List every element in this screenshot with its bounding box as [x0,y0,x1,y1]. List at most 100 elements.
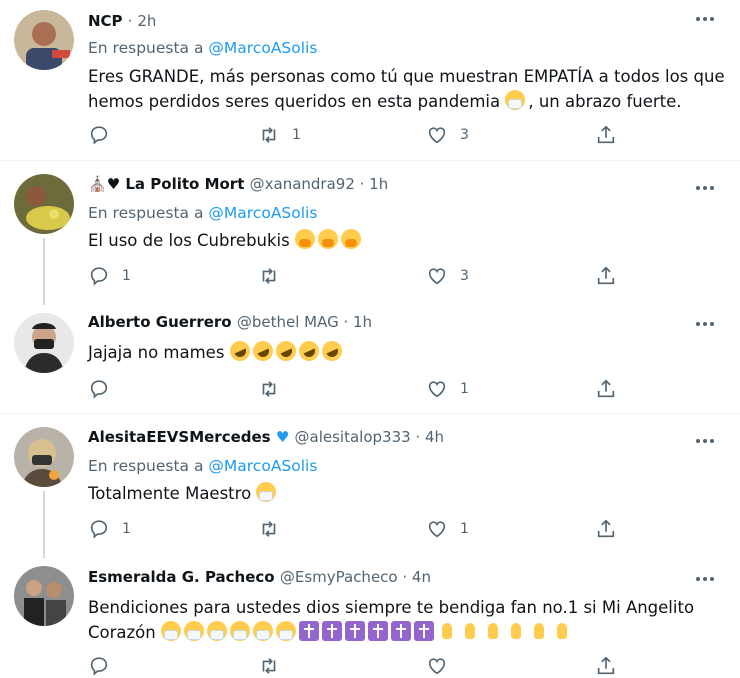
latin-cross-emoji-icon [344,621,365,641]
tweet-1[interactable]: NCP · 2h En respuesta a @MarcoASolis Ere… [0,0,740,160]
retweet-button[interactable]: 1 [258,123,301,147]
hand-over-mouth-emoji-icon [317,229,338,249]
praying-hands-emoji-icon [552,621,572,641]
tweet-header: AlesitaEEVSMercedes ♥ @alesitalop333 · 4… [88,428,444,446]
share-icon [597,266,615,285]
heart-icon [428,127,446,144]
avatar[interactable] [14,10,74,70]
author-name[interactable]: Esmeralda G. Pacheco [88,568,275,586]
more-icon[interactable] [696,183,718,193]
tweet-actions: 1 1 [88,517,628,541]
tweet-header: NCP · 2h [88,12,156,30]
tweet-text-body: El uso de los Cubrebukis [88,231,290,250]
tweet-time[interactable]: · 2h [128,12,157,30]
tweet-4[interactable]: AlesitaEEVSMercedes ♥ @alesitalop333 · 4… [0,414,740,558]
more-icon[interactable] [696,14,718,24]
like-count: 3 [460,268,469,284]
reply-icon [90,380,108,399]
heart-icon [428,658,446,675]
latin-cross-emoji-icon [390,621,411,641]
author-name[interactable]: NCP [88,12,123,30]
reply-button[interactable] [88,377,122,401]
mask-emoji-icon [229,621,250,641]
reply-context: En respuesta a @MarcoASolis [88,204,317,222]
latin-cross-emoji-icon [298,621,319,641]
hand-over-mouth-emoji-icon [340,229,361,249]
reply-icon [90,657,108,676]
hand-over-mouth-emoji-icon [294,229,315,249]
more-icon[interactable] [696,574,718,584]
retweet-icon [262,658,276,674]
retweet-button[interactable] [258,654,280,678]
tweet-actions [88,654,628,678]
latin-cross-emoji-icon [413,621,434,641]
author-handle[interactable]: @xanandra92 · 1h [250,175,389,193]
rofl-emoji-icon [249,337,276,365]
reply-button[interactable] [88,654,110,678]
church-icon: ⛪ [88,175,107,193]
author-handle[interactable]: @alesitalop333 · 4h [295,428,445,446]
share-button[interactable] [595,264,617,288]
reply-button[interactable]: 1 [88,264,131,288]
black-heart-icon: ♥ [106,175,121,193]
reply-button[interactable]: 1 [88,517,131,541]
tweet-2[interactable]: ⛪♥ La Polito Mort @xanandra92 · 1h En re… [0,161,740,305]
retweet-icon [262,381,276,397]
like-button[interactable]: 3 [426,264,469,288]
reply-icon [90,267,108,286]
reply-handle-link[interactable]: @MarcoASolis [208,457,317,475]
reply-button[interactable] [88,123,122,147]
author-name[interactable]: Alberto Guerrero [88,313,232,331]
rofl-emoji-icon [272,337,299,365]
reply-prefix: En respuesta a [88,204,204,222]
more-icon[interactable] [696,436,718,446]
tweet-text: El uso de los Cubrebukis [88,228,728,253]
share-button[interactable] [595,377,617,401]
mask-emoji-icon [160,621,181,641]
thread-line [43,491,45,558]
tweet-text-body: Jajaja no mames [88,343,225,362]
mask-emoji-icon [183,621,204,641]
praying-hands-emoji-icon [460,621,480,641]
tweet-text-body: Totalmente Maestro [88,484,252,503]
latin-cross-emoji-icon [367,621,388,641]
more-icon[interactable] [696,319,718,329]
reply-handle-link[interactable]: @MarcoASolis [208,204,317,222]
like-button[interactable]: 1 [426,517,469,541]
tweet-actions: 1 [88,377,628,401]
reply-context: En respuesta a @MarcoASolis [88,39,317,57]
author-name-tail[interactable]: Mort [205,175,245,193]
thread-line [43,238,45,305]
heart-icon [428,268,446,285]
retweet-button[interactable] [258,264,292,288]
reply-handle-link[interactable]: @MarcoASolis [208,39,317,57]
avatar[interactable] [14,174,74,234]
heart-icon [428,521,446,538]
avatar[interactable] [14,427,74,487]
avatar[interactable] [14,566,74,626]
retweet-button[interactable] [258,377,292,401]
share-button[interactable] [595,654,617,678]
share-button[interactable] [595,517,617,541]
share-icon [597,519,615,538]
author-handle[interactable]: @EsmyPacheco · 4n [280,568,431,586]
reply-count: 1 [122,521,131,537]
praying-hands-emoji-icon [483,621,503,641]
rofl-emoji-icon [226,337,253,365]
share-icon [597,125,615,144]
praying-hands-emoji-icon [506,621,526,641]
rofl-emoji-icon [295,337,322,365]
author-name[interactable]: La Polito [125,175,199,193]
author-handle[interactable]: @bethel MAG · 1h [237,313,372,331]
like-button[interactable]: 3 [426,123,469,147]
author-name[interactable]: AlesitaEEVSMercedes [88,428,271,446]
tweet-5[interactable]: Esmeralda G. Pacheco @EsmyPacheco · 4n B… [0,558,740,676]
avatar[interactable] [14,313,74,373]
share-button[interactable] [595,123,617,147]
tweet-header: ⛪♥ La Polito Mort @xanandra92 · 1h [88,175,388,193]
like-button[interactable] [426,654,448,678]
retweet-button[interactable] [258,517,292,541]
blue-heart-icon: ♥ [275,428,290,446]
tweet-3[interactable]: Alberto Guerrero @bethel MAG · 1h Jajaja… [0,305,740,413]
like-button[interactable]: 1 [426,377,469,401]
